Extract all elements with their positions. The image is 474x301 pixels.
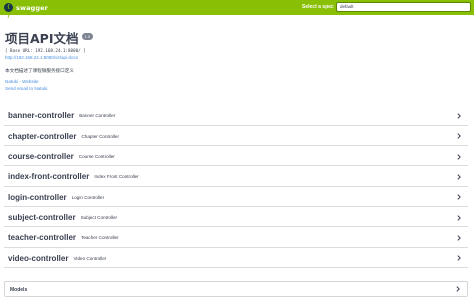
controller-section-chapter[interactable]: chapter-controller Chapter Controller [4,127,468,146]
api-docs-link[interactable]: http://192.168.24.1:8080/v2/api-docs [5,55,78,60]
controller-name: teacher-controller [8,233,77,243]
controller-description: Teacher Controller [81,235,119,241]
controller-section-login[interactable]: login-controller Login Controller [4,188,468,207]
controller-name: video-controller [8,253,69,263]
chevron-right-icon[interactable] [455,286,461,292]
chevron-right-icon[interactable] [456,194,462,201]
spec-select[interactable]: default [336,2,471,12]
controller-name: index-front-controller [8,172,90,182]
version-badge: 1.0 [81,33,94,40]
chevron-right-icon[interactable] [456,214,462,221]
controller-section-video[interactable]: video-controller Video Controller [4,249,468,268]
controller-section-course[interactable]: course-controller Course Controller [4,148,468,167]
spec-select-label: Select a spec [302,4,334,10]
controller-description: Subject Controller [80,214,118,220]
controller-name: chapter-controller [8,131,77,141]
controller-name: subject-controller [8,212,76,222]
controller-name: course-controller [8,151,74,161]
controller-name: banner-controller [8,111,75,121]
swagger-logo-icon: { } [4,3,13,19]
models-section[interactable]: Models [4,281,468,297]
models-label: Models [10,286,28,293]
contact-website-link[interactable]: Natuki - Website [5,79,39,84]
chevron-right-icon[interactable] [456,255,462,262]
controller-description: Index Front Controller [94,174,139,180]
controller-description: Course Controller [78,153,115,159]
controller-section-teacher[interactable]: teacher-controller Teacher Controller [4,229,468,248]
swagger-logo-text: swagger [16,3,48,12]
controller-description: Video Controller [73,255,107,261]
chevron-right-icon[interactable] [456,174,462,180]
chevron-right-icon[interactable] [456,113,462,119]
topbar: { } swagger Select a spec default [0,0,474,19]
base-url: [ Base URL: 192.168.24.1:8080/ ] [5,48,86,53]
controller-description: Login Controller [71,194,105,200]
controller-name: login-controller [8,192,67,202]
controller-section-banner[interactable]: banner-controller Banner Controller [4,107,468,126]
controller-description: Banner Controller [79,113,116,119]
info-title-row: 项目API文档 1.0 [5,31,94,47]
controller-description: Chapter Controller [81,133,120,139]
controller-section-subject[interactable]: subject-controller Subject Controller [4,209,468,228]
controller-list: banner-controller Banner Controller chap… [4,107,468,270]
chevron-right-icon[interactable] [456,133,462,140]
chevron-right-icon[interactable] [456,235,462,241]
chevron-right-icon[interactable] [456,153,462,160]
page-title: 项目API文档 [5,31,79,46]
swagger-logo[interactable]: { } swagger [4,2,48,19]
api-description: 本文档描述了课程微服务接口定义 [5,69,74,74]
controller-section-index-front[interactable]: index-front-controller Index Front Contr… [4,168,468,187]
contact-email-link[interactable]: Send email to Natuki [5,86,47,91]
